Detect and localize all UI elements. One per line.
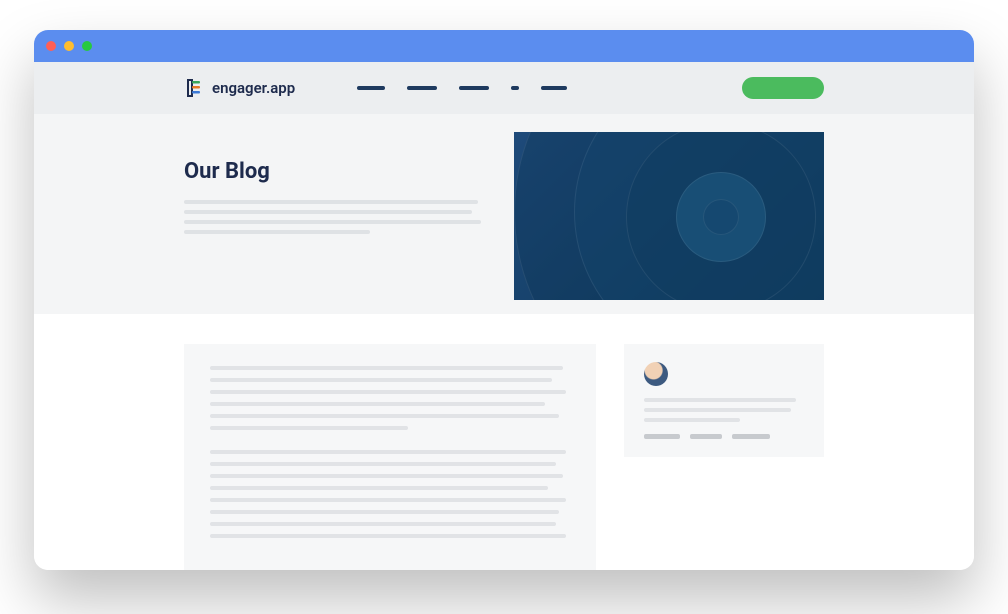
text-placeholder bbox=[184, 210, 472, 214]
main-navbar: engager.app bbox=[34, 62, 974, 114]
nav-item[interactable] bbox=[541, 86, 567, 90]
text-placeholder bbox=[644, 418, 740, 422]
text-placeholder bbox=[184, 230, 370, 234]
tag-pill[interactable] bbox=[732, 434, 770, 439]
logo-icon bbox=[184, 78, 204, 98]
tag-pill[interactable] bbox=[690, 434, 722, 439]
text-placeholder bbox=[184, 220, 481, 224]
tag-pill[interactable] bbox=[644, 434, 680, 439]
article-body bbox=[184, 344, 596, 570]
text-placeholder bbox=[210, 486, 548, 490]
text-placeholder bbox=[210, 378, 552, 382]
tag-row bbox=[644, 434, 804, 439]
text-placeholder bbox=[210, 534, 566, 538]
hero-text-block: Our Blog bbox=[184, 159, 484, 240]
text-placeholder bbox=[210, 498, 566, 502]
text-placeholder bbox=[644, 398, 796, 402]
hero-image bbox=[514, 132, 824, 300]
text-placeholder bbox=[210, 366, 563, 370]
text-placeholder bbox=[210, 522, 556, 526]
text-placeholder bbox=[210, 510, 559, 514]
browser-window: engager.app Our Blog bbox=[34, 30, 974, 570]
window-maximize-icon[interactable] bbox=[82, 41, 92, 51]
author-avatar bbox=[644, 362, 668, 386]
window-close-icon[interactable] bbox=[46, 41, 56, 51]
text-placeholder bbox=[210, 462, 556, 466]
hero-section: Our Blog bbox=[34, 114, 974, 314]
brand-logo[interactable]: engager.app bbox=[184, 78, 295, 98]
page-title: Our Blog bbox=[184, 159, 484, 184]
author-card bbox=[624, 344, 824, 457]
cta-button[interactable] bbox=[742, 77, 824, 99]
sidebar bbox=[624, 344, 824, 570]
nav-item[interactable] bbox=[407, 86, 437, 90]
nav-item[interactable] bbox=[511, 86, 519, 90]
nav-item[interactable] bbox=[459, 86, 489, 90]
nav-links bbox=[357, 86, 567, 90]
text-placeholder bbox=[210, 414, 559, 418]
text-placeholder bbox=[210, 390, 566, 394]
text-placeholder bbox=[210, 450, 566, 454]
text-placeholder bbox=[644, 408, 791, 412]
text-placeholder bbox=[184, 200, 478, 204]
window-minimize-icon[interactable] bbox=[64, 41, 74, 51]
nav-item[interactable] bbox=[357, 86, 385, 90]
text-placeholder bbox=[210, 426, 408, 430]
window-titlebar bbox=[34, 30, 974, 62]
text-placeholder bbox=[210, 474, 563, 478]
text-placeholder bbox=[210, 402, 545, 406]
content-area bbox=[34, 314, 974, 570]
brand-name: engager.app bbox=[212, 79, 295, 97]
